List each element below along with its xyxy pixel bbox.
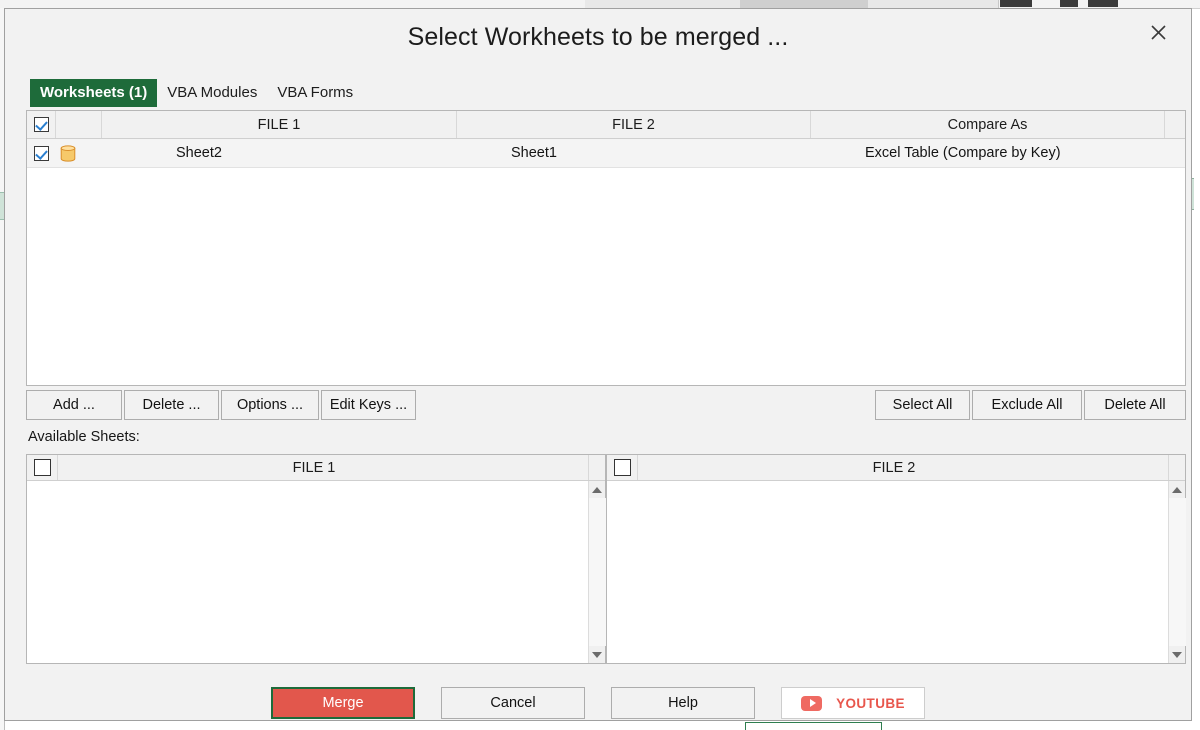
table-cylinder-icon bbox=[60, 144, 76, 162]
merge-button[interactable]: Merge bbox=[271, 687, 415, 719]
youtube-button-label: YOUTUBE bbox=[836, 695, 905, 711]
available-sheets-panel-file1: FILE 1 bbox=[26, 454, 606, 664]
background-ribbon-chunk bbox=[868, 0, 999, 8]
panel-file1-scroll-up-button[interactable] bbox=[589, 481, 606, 498]
youtube-button[interactable]: YOUTUBE bbox=[781, 687, 925, 719]
panel-file2-header-spacer bbox=[1168, 455, 1185, 480]
grid-header-icon-cell bbox=[56, 111, 102, 138]
background-ribbon-icon bbox=[1060, 0, 1078, 7]
available-sheets-panel-file2: FILE 2 bbox=[606, 454, 1186, 664]
grid-empty-area bbox=[27, 168, 1185, 384]
panel-file2-checkbox-cell[interactable] bbox=[607, 455, 638, 480]
row-select-checkbox[interactable] bbox=[34, 145, 49, 161]
panel-file1-scroll-down-button[interactable] bbox=[589, 646, 606, 663]
grid-select-all-checkbox[interactable] bbox=[33, 117, 49, 132]
chevron-down-icon bbox=[592, 651, 602, 658]
tab-vba-modules-label: VBA Modules bbox=[167, 84, 258, 101]
panel-file1-scroll-track[interactable] bbox=[588, 498, 606, 646]
grid-header-file2[interactable]: FILE 2 bbox=[457, 111, 811, 138]
background-ribbon-chunk bbox=[740, 0, 869, 8]
youtube-icon bbox=[801, 695, 823, 711]
panel-file1-body bbox=[27, 481, 606, 663]
grid-header-file1[interactable]: FILE 1 bbox=[102, 111, 457, 138]
chevron-down-icon bbox=[1172, 651, 1182, 658]
panel-file1-select-all-checkbox[interactable] bbox=[33, 459, 51, 476]
dialog-footer: Merge Cancel Help YOUTUBE bbox=[5, 671, 1191, 721]
tab-vba-forms[interactable]: VBA Forms bbox=[267, 79, 363, 107]
grid-actions-left: Add ... Delete ... Options ... Edit Keys… bbox=[26, 390, 416, 420]
options-button[interactable]: Options ... bbox=[221, 390, 319, 420]
chevron-up-icon bbox=[1172, 486, 1182, 493]
row-icon-cell bbox=[56, 139, 102, 167]
panel-file2-scrollbar[interactable] bbox=[1168, 481, 1186, 663]
worksheets-grid: FILE 1 FILE 2 Compare As Sheet2 Sheet1 E… bbox=[26, 110, 1186, 386]
panel-file2-select-all-checkbox[interactable] bbox=[613, 459, 631, 476]
panel-file1-header: FILE 1 bbox=[27, 455, 605, 481]
row-compare-as-value[interactable]: Excel Table (Compare by Key) bbox=[811, 139, 1165, 167]
edit-keys-button[interactable]: Edit Keys ... bbox=[321, 390, 416, 420]
background-ribbon-icon bbox=[1000, 0, 1032, 7]
row-file1-value: Sheet2 bbox=[176, 145, 222, 161]
grid-actions-right: Select All Exclude All Delete All bbox=[875, 390, 1186, 420]
exclude-all-button[interactable]: Exclude All bbox=[972, 390, 1082, 420]
tab-vba-forms-label: VBA Forms bbox=[277, 84, 354, 101]
grid-header-select-all-cell[interactable] bbox=[27, 111, 56, 138]
row-file2-value: Sheet1 bbox=[511, 145, 557, 161]
select-all-button[interactable]: Select All bbox=[875, 390, 970, 420]
delete-button[interactable]: Delete ... bbox=[124, 390, 219, 420]
panel-file1-title: FILE 1 bbox=[292, 459, 336, 476]
delete-all-button[interactable]: Delete All bbox=[1084, 390, 1186, 420]
tab-vba-modules[interactable]: VBA Modules bbox=[157, 79, 267, 107]
grid-header-spacer bbox=[1165, 111, 1185, 138]
grid-actions-toolbar: Add ... Delete ... Options ... Edit Keys… bbox=[26, 390, 1186, 420]
merge-worksheets-dialog: Select Workheets to be merged ... Worksh… bbox=[4, 8, 1192, 721]
dialog-title: Select Workheets to be merged ... bbox=[407, 23, 789, 51]
panel-file2-title: FILE 2 bbox=[872, 459, 916, 476]
panel-file2-list[interactable] bbox=[607, 481, 1168, 663]
panel-file2-body bbox=[607, 481, 1186, 663]
panel-file1-header-spacer bbox=[588, 455, 605, 480]
add-button[interactable]: Add ... bbox=[26, 390, 122, 420]
dialog-titlebar: Select Workheets to be merged ... bbox=[5, 9, 1191, 71]
background-ribbon-chunk bbox=[585, 0, 741, 8]
row-checkbox-cell[interactable] bbox=[27, 139, 56, 167]
panel-file2-scroll-track[interactable] bbox=[1168, 498, 1186, 646]
grid-header-row: FILE 1 FILE 2 Compare As bbox=[27, 111, 1185, 139]
background-ribbon-icon bbox=[1088, 0, 1118, 7]
available-sheets-label: Available Sheets: bbox=[28, 429, 140, 445]
panel-file2-header: FILE 2 bbox=[607, 455, 1185, 481]
close-button[interactable] bbox=[1137, 15, 1179, 49]
panel-file1-scrollbar[interactable] bbox=[588, 481, 606, 663]
tab-strip: Worksheets (1) VBA Modules VBA Forms bbox=[30, 79, 363, 107]
tab-worksheets[interactable]: Worksheets (1) bbox=[30, 79, 158, 107]
play-triangle-icon bbox=[809, 699, 816, 707]
grid-header-compare-as[interactable]: Compare As bbox=[811, 111, 1165, 138]
close-icon bbox=[1150, 24, 1166, 40]
background-sheet-tab bbox=[745, 722, 882, 730]
panel-file1-list[interactable] bbox=[27, 481, 588, 663]
chevron-up-icon bbox=[592, 486, 602, 493]
panel-file2-scroll-up-button[interactable] bbox=[1169, 481, 1186, 498]
cancel-button[interactable]: Cancel bbox=[441, 687, 585, 719]
panel-file2-scroll-down-button[interactable] bbox=[1169, 646, 1186, 663]
help-button[interactable]: Help bbox=[611, 687, 755, 719]
tab-worksheets-label: Worksheets (1) bbox=[40, 84, 148, 101]
row-spacer bbox=[1165, 139, 1185, 167]
table-row[interactable]: Sheet2 Sheet1 Excel Table (Compare by Ke… bbox=[27, 139, 1185, 168]
panel-file1-checkbox-cell[interactable] bbox=[27, 455, 58, 480]
